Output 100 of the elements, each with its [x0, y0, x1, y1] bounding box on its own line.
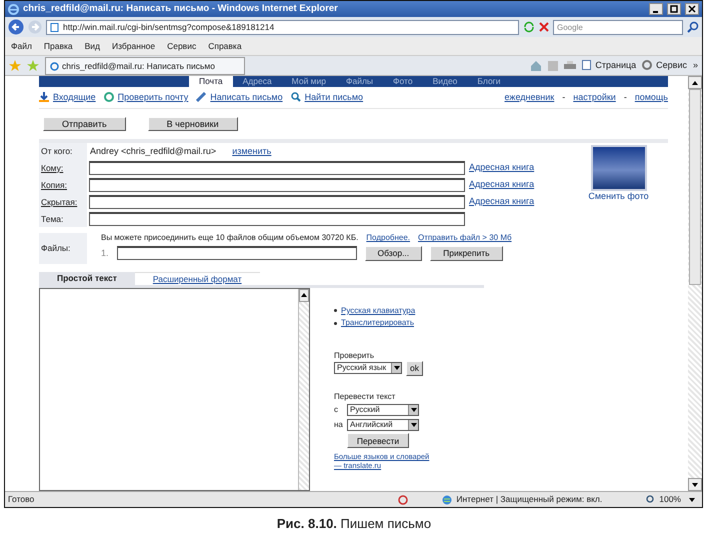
address-field[interactable]: http://win.mail.ru/cgi-bin/sentmsg?compose&189181214 — [46, 20, 519, 34]
scroll-thumb[interactable] — [689, 89, 701, 284]
toolbar-link[interactable]: Найти письмо — [304, 92, 364, 103]
menu-item[interactable]: Файл — [11, 40, 32, 52]
large-file-link[interactable]: Отправить файл > 30 Мб — [418, 233, 512, 243]
editor-tab[interactable]: Простой текст — [39, 272, 135, 285]
scroll-down-button[interactable] — [688, 478, 702, 491]
address-book-link[interactable]: Адресная книга — [469, 196, 534, 208]
language-select[interactable]: Английский — [347, 419, 419, 432]
file-path-field[interactable] — [116, 246, 357, 260]
site-tab[interactable]: Адреса — [232, 76, 282, 87]
overflow-chevron[interactable]: » — [692, 60, 698, 71]
toolbar-link[interactable]: Написать письмо — [210, 92, 283, 103]
address-book-link[interactable]: Адресная книга — [469, 179, 534, 190]
ok-button[interactable]: ok — [406, 360, 423, 376]
change-photo-link[interactable]: Сменить фото — [588, 191, 649, 202]
header-link[interactable]: ежедневник — [504, 92, 554, 103]
maximize-button[interactable] — [667, 3, 681, 15]
draft-button[interactable]: В черновики — [148, 116, 238, 132]
star-icon — [9, 60, 21, 72]
address-book-link[interactable]: Адресная книга — [469, 162, 534, 174]
field-label: Тема: — [41, 214, 64, 224]
globe-icon — [442, 494, 452, 504]
magnifier-icon — [290, 92, 301, 102]
menu-item[interactable]: Справка — [208, 40, 242, 52]
down-arrow-icon — [394, 366, 400, 370]
site-tab[interactable]: Блоги — [467, 76, 511, 87]
status-text: Готово — [8, 494, 36, 505]
header-link[interactable]: помощь — [634, 92, 668, 103]
home-icon — [530, 60, 542, 72]
toolbar-link[interactable]: Проверить почту — [118, 92, 188, 103]
printer-icon — [564, 60, 576, 70]
text-field[interactable] — [89, 195, 465, 210]
field-label: Файлы: — [41, 243, 70, 254]
language-label: с — [334, 405, 339, 415]
dropdown-button[interactable] — [408, 405, 418, 416]
more-info-link[interactable]: Подробнее. — [366, 233, 410, 243]
send-button[interactable]: Отправить — [43, 116, 126, 132]
scroll-up-button[interactable] — [688, 76, 702, 89]
minimize-button[interactable] — [649, 3, 663, 15]
photo-placeholder — [590, 145, 646, 191]
dropdown-button[interactable] — [408, 420, 418, 430]
link-separator: - — [624, 92, 627, 103]
tool-link[interactable]: Транслитерировать — [341, 318, 414, 328]
down-arrow-icon — [689, 498, 695, 502]
menu-item[interactable]: Вид — [84, 40, 100, 52]
site-tab[interactable]: Фото — [383, 76, 423, 87]
scroll-up-button[interactable] — [299, 288, 309, 302]
browser-logo-icon — [8, 4, 19, 14]
text-field[interactable] — [89, 212, 465, 226]
header-link[interactable]: настройки — [573, 92, 616, 103]
language-label: на — [334, 420, 344, 430]
menu-item[interactable]: Сервис — [167, 40, 196, 52]
menu-item[interactable]: Избранное — [112, 40, 156, 52]
vertical-scrollbar[interactable] — [688, 76, 702, 491]
text-field[interactable] — [89, 161, 465, 176]
browser-tab[interactable]: chris_redfild@mail.ru: Написать письмо — [45, 57, 245, 75]
security-zone: Интернет | Защищенный режим: вкл. — [456, 494, 602, 505]
text-field[interactable] — [89, 178, 465, 192]
menu-item[interactable]: Правка — [44, 40, 73, 52]
editor-tab[interactable]: Расширенный формат — [134, 272, 260, 285]
toolbar-link[interactable]: Входящие — [53, 92, 96, 103]
sender-address: Andrey <chris_redfild@mail.ru> — [90, 146, 216, 156]
row-number: 1. — [101, 248, 109, 259]
page-menu-button[interactable]: Страница — [582, 60, 636, 71]
up-arrow-icon — [301, 293, 307, 298]
add-favorite-icon — [27, 60, 39, 72]
tool-link[interactable]: Русская клавиатура — [341, 306, 416, 316]
window-title: chris_redfild@mail.ru: Написать письмо - Windows Internet Explorer — [23, 3, 339, 15]
section-label: Перевести текст — [334, 392, 396, 402]
site-tab[interactable]: Мой мир — [282, 76, 336, 87]
tools-menu-button[interactable]: Сервис — [642, 60, 687, 71]
dropdown-button[interactable] — [391, 363, 401, 374]
search-field[interactable]: Google — [553, 20, 683, 34]
browse-button[interactable]: Обзор... — [364, 246, 422, 261]
site-tab[interactable]: Файлы — [336, 76, 384, 87]
bullet-icon — [334, 309, 337, 312]
maximize-icon — [670, 5, 678, 13]
link-separator: - — [562, 92, 566, 103]
language-select[interactable]: Русский — [347, 404, 419, 416]
close-icon — [688, 5, 696, 13]
change-link[interactable]: изменить — [232, 146, 272, 156]
figure-caption: Рис. 8.10. Пишем письмо — [276, 516, 432, 532]
up-arrow-icon — [692, 80, 698, 84]
close-button[interactable] — [685, 3, 699, 15]
section-label: Проверить — [334, 350, 376, 361]
attachment-note: Вы можете присоединить еще 10 файлов общим объемом 30720 КБ. — [101, 233, 358, 243]
language-select[interactable]: Русский язык — [334, 362, 402, 374]
zoom-control[interactable]: 100% — [646, 494, 681, 505]
message-body-field[interactable] — [39, 288, 310, 491]
translate-button[interactable]: Перевести — [347, 433, 409, 448]
back-button[interactable] — [8, 19, 24, 35]
forward-arrow-icon — [28, 20, 42, 34]
attach-button[interactable]: Прикрепить — [430, 246, 503, 261]
tab-title: chris_redfild@mail.ru: Написать письмо — [62, 60, 215, 72]
bullet-icon — [334, 322, 337, 325]
down-arrow-icon — [410, 408, 416, 412]
site-tab[interactable]: Видео — [422, 76, 468, 87]
stop-icon — [539, 22, 549, 32]
site-tab[interactable]: Почта — [189, 76, 233, 87]
